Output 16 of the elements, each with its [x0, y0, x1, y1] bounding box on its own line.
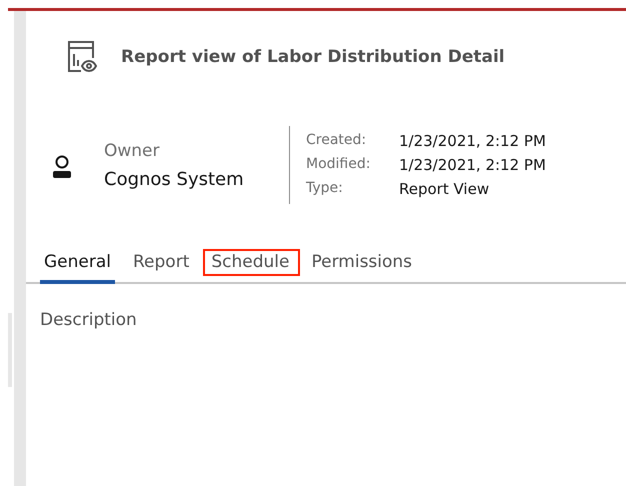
property-value: Report View — [399, 180, 490, 198]
description-label: Description — [40, 310, 138, 330]
user-icon — [52, 155, 72, 179]
report-view-icon — [67, 40, 97, 74]
tab[interactable]: Report — [129, 246, 194, 284]
property-value: 1/23/2021, 2:12 PM — [399, 156, 546, 174]
property-label: Type: — [306, 180, 344, 198]
tab[interactable]: Permissions — [307, 246, 416, 284]
tab[interactable]: General — [40, 246, 115, 284]
report-title: Report view of Labor Distribution Detail — [121, 47, 505, 67]
property-value: 1/23/2021, 2:12 PM — [399, 132, 546, 150]
owner-label: Owner — [104, 140, 161, 160]
property-label: Modified: — [306, 156, 372, 174]
owner-name: Cognos System — [104, 168, 244, 190]
tab[interactable]: Schedule — [207, 246, 294, 284]
property-label: Created: — [306, 132, 368, 150]
